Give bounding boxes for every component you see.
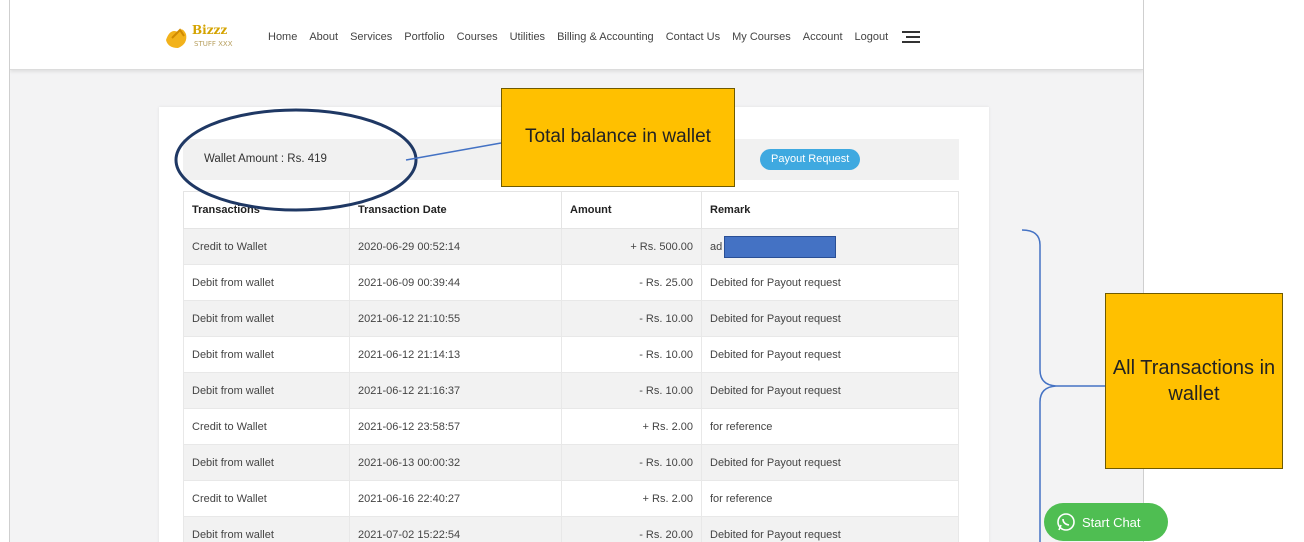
nav-logout[interactable]: Logout — [855, 31, 889, 43]
cell-amount: - Rs. 10.00 — [561, 372, 702, 409]
cell-amount: + Rs. 500.00 — [561, 228, 702, 265]
table-row: Credit to Wallet 2020-06-29 00:52:14 + R… — [183, 228, 959, 265]
cell-transaction: Debit from wallet — [183, 444, 350, 481]
cell-transaction: Debit from wallet — [183, 372, 350, 409]
main-nav: Home About Services Portfolio Courses Ut… — [268, 31, 921, 43]
nav-about[interactable]: About — [309, 31, 338, 43]
cell-date: 2021-07-02 15:22:54 — [349, 516, 562, 542]
table-row: Debit from wallet 2021-06-12 21:14:13 - … — [183, 336, 959, 373]
browser-page: Bizzz STUFF XXX Home About Services Port… — [9, 0, 1144, 542]
cell-amount: - Rs. 10.00 — [561, 300, 702, 337]
cell-date: 2020-06-29 00:52:14 — [349, 228, 562, 265]
cell-transaction: Credit to Wallet — [183, 408, 350, 445]
nav-contact-us[interactable]: Contact Us — [666, 31, 720, 43]
remark-text: ad — [710, 240, 723, 253]
cell-date: 2021-06-12 21:10:55 — [349, 300, 562, 337]
cell-remark: Debited for Payout request — [701, 372, 959, 409]
top-navbar: Bizzz STUFF XXX Home About Services Port… — [10, 0, 1143, 70]
svg-text:STUFF XXX: STUFF XXX — [194, 40, 233, 48]
cell-remark: for reference — [701, 408, 959, 445]
nav-services[interactable]: Services — [350, 31, 392, 43]
nav-account[interactable]: Account — [803, 31, 843, 43]
cell-remark: Debited for Payout request — [701, 444, 959, 481]
cell-remark: ad — [701, 228, 959, 265]
balance-callout: Total balance in wallet — [501, 88, 735, 187]
table-row: Debit from wallet 2021-07-02 15:22:54 - … — [183, 516, 959, 542]
cell-remark: Debited for Payout request — [701, 300, 959, 337]
cell-remark: Debited for Payout request — [701, 516, 959, 542]
cell-amount: - Rs. 25.00 — [561, 264, 702, 301]
logo-text: Bizzz — [192, 23, 227, 37]
cell-amount: + Rs. 2.00 — [561, 480, 702, 517]
cell-amount: - Rs. 20.00 — [561, 516, 702, 542]
site-logo[interactable]: Bizzz STUFF XXX — [160, 18, 240, 54]
whatsapp-icon — [1057, 513, 1075, 531]
header-transactions: Transactions — [183, 191, 350, 229]
cell-date: 2021-06-12 21:16:37 — [349, 372, 562, 409]
transactions-table: Transactions Transaction Date Amount Rem… — [183, 191, 959, 542]
table-row: Credit to Wallet 2021-06-16 22:40:27 + R… — [183, 480, 959, 517]
cell-transaction: Debit from wallet — [183, 300, 350, 337]
start-chat-label: Start Chat — [1082, 514, 1141, 530]
cell-transaction: Credit to Wallet — [183, 480, 350, 517]
table-row: Debit from wallet 2021-06-12 21:10:55 - … — [183, 300, 959, 337]
start-chat-button[interactable]: Start Chat — [1044, 503, 1168, 541]
table-row: Debit from wallet 2021-06-12 21:16:37 - … — [183, 372, 959, 409]
table-row: Credit to Wallet 2021-06-12 23:58:57 + R… — [183, 408, 959, 445]
cell-date: 2021-06-12 21:14:13 — [349, 336, 562, 373]
cell-remark: Debited for Payout request — [701, 264, 959, 301]
cell-remark: Debited for Payout request — [701, 336, 959, 373]
cell-date: 2021-06-12 23:58:57 — [349, 408, 562, 445]
nav-billing-accounting[interactable]: Billing & Accounting — [557, 31, 654, 43]
table-row: Debit from wallet 2021-06-13 00:00:32 - … — [183, 444, 959, 481]
cell-date: 2021-06-16 22:40:27 — [349, 480, 562, 517]
wallet-amount: Wallet Amount : Rs. 419 — [204, 153, 327, 165]
transactions-callout: All Transactions in wallet — [1105, 293, 1283, 469]
cell-amount: - Rs. 10.00 — [561, 336, 702, 373]
redaction-box — [724, 235, 837, 258]
nav-my-courses[interactable]: My Courses — [732, 31, 791, 43]
header-remark: Remark — [701, 191, 959, 229]
table-row: Debit from wallet 2021-06-09 00:39:44 - … — [183, 264, 959, 301]
cell-transaction: Debit from wallet — [183, 264, 350, 301]
cell-date: 2021-06-09 00:39:44 — [349, 264, 562, 301]
cell-transaction: Debit from wallet — [183, 336, 350, 373]
cell-transaction: Debit from wallet — [183, 516, 350, 542]
nav-courses[interactable]: Courses — [457, 31, 498, 43]
cell-date: 2021-06-13 00:00:32 — [349, 444, 562, 481]
payout-request-button[interactable]: Payout Request — [760, 149, 861, 170]
header-transaction-date: Transaction Date — [349, 191, 562, 229]
header-amount: Amount — [561, 191, 702, 229]
nav-home[interactable]: Home — [268, 31, 297, 43]
nav-utilities[interactable]: Utilities — [510, 31, 545, 43]
cell-amount: - Rs. 10.00 — [561, 444, 702, 481]
cell-amount: + Rs. 2.00 — [561, 408, 702, 445]
table-header-row: Transactions Transaction Date Amount Rem… — [183, 191, 959, 229]
hamburger-menu-icon[interactable] — [902, 31, 921, 43]
cell-transaction: Credit to Wallet — [183, 228, 350, 265]
cell-remark: for reference — [701, 480, 959, 517]
nav-portfolio[interactable]: Portfolio — [404, 31, 444, 43]
